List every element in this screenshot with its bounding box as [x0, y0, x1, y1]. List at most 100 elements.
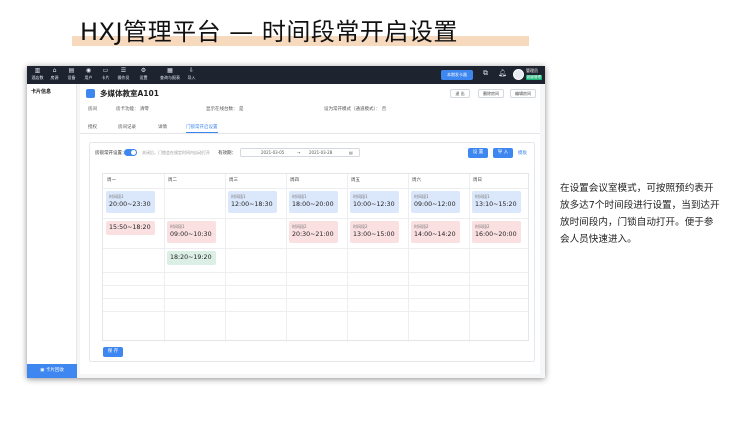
- time-slot-time: 10:00~12:30: [353, 201, 395, 208]
- time-slot[interactable]: 时间段1 20:00~23:30: [106, 191, 155, 213]
- date-label: 有效期：: [218, 151, 236, 156]
- nav-item-8[interactable]: ⇩ 导入: [183, 67, 200, 81]
- time-slot[interactable]: 时间段1 09:00~12:00: [411, 191, 460, 213]
- time-slot-time: 20:30~21:00: [292, 231, 334, 238]
- date-arrow: →: [297, 150, 301, 155]
- nav-item-label: 酒店数: [31, 75, 44, 80]
- room-passage-mode: 设为常开模式（通道模式）： 否: [324, 107, 387, 112]
- time-slot[interactable]: 时间段1 10:00~12:30: [350, 191, 399, 213]
- chart-icon: ▥: [34, 67, 41, 74]
- settings-button[interactable]: 设 置: [468, 148, 488, 158]
- time-slot[interactable]: 时间段1 18:00~20:00: [289, 191, 338, 213]
- nav-item-label: 设置: [139, 75, 148, 80]
- report-icon: ▦: [167, 67, 173, 74]
- day-header: 周一: [107, 178, 116, 183]
- grid-divider: [103, 188, 530, 189]
- exit-button[interactable]: 退 出: [450, 89, 470, 98]
- time-slot-time: 09:00~12:00: [414, 201, 456, 208]
- nav-item-3[interactable]: ◉ 用户: [80, 67, 97, 81]
- edit-room-button[interactable]: 编辑房间: [510, 89, 536, 98]
- nav-item-label: 房源: [50, 75, 59, 80]
- time-slot[interactable]: 15:50~18:20: [106, 221, 155, 235]
- day-header: 周日: [473, 178, 482, 183]
- grid-divider: [103, 218, 530, 219]
- operator-icon: ☰: [120, 67, 127, 74]
- card-recycle-label: 卡片回收: [45, 368, 64, 373]
- tab-details[interactable]: 详情: [158, 124, 167, 130]
- time-slot-time: 09:00~10:30: [170, 231, 212, 238]
- save-button[interactable]: 保 存: [103, 347, 123, 357]
- card-issuer-button[interactable]: 本期发卡器: [441, 70, 473, 80]
- grid-divider: [469, 174, 470, 342]
- sidebar: 卡片信息 ▣ 卡片回收: [27, 84, 77, 378]
- user-role-badge: 超级管理: [526, 75, 542, 80]
- schedule-panel: 房锁常开设置： 关闭后，门锁会在规定时间内自动打开 有效期： 2021-03-0…: [89, 142, 535, 362]
- time-slot[interactable]: 18:20~19:20: [167, 251, 216, 265]
- delete-room-button[interactable]: 删除房间: [478, 89, 504, 98]
- nav-item-1[interactable]: ⌂ 房源: [46, 67, 63, 81]
- time-slot[interactable]: 时间段1 13:10~15:20: [472, 191, 521, 213]
- tab-lock-open-settings[interactable]: 门锁常开启设置: [186, 124, 218, 133]
- nav-item-label: 用户: [84, 75, 93, 80]
- bell-icon[interactable]: 🔔︎: [498, 69, 507, 77]
- time-slot-time: 16:00~20:00: [475, 231, 517, 238]
- weekly-schedule-grid: 周一 周二 周三 周四 周五 周六 周日 时间段1 20:00~23:30 时间段1 12:00~1…: [102, 173, 530, 342]
- grid-divider: [103, 298, 530, 299]
- time-slot-time: 18:00~20:00: [292, 201, 334, 208]
- card-icon: ▭: [102, 67, 109, 74]
- template-link[interactable]: 模板: [518, 150, 527, 156]
- nav-item-label: 操作员: [117, 75, 130, 80]
- nav-item-4[interactable]: ▭ 卡片: [97, 67, 114, 81]
- room-online-count: 显示在线台数： 是: [206, 107, 244, 112]
- user-name: 管理员: [526, 68, 538, 73]
- date-range-picker[interactable]: 2021-03-05 → 2021-03-28 ▤: [240, 148, 360, 157]
- nav-item-0[interactable]: ▥ 酒店数: [29, 67, 46, 81]
- time-slot[interactable]: 时间段2 20:30~21:00: [289, 221, 338, 243]
- nav-item-label: 卡片: [101, 75, 110, 80]
- import-icon: ⇩: [188, 67, 195, 74]
- day-header: 周五: [351, 178, 360, 183]
- grid-divider: [408, 174, 409, 342]
- nav-item-label: 查询与报表: [160, 75, 180, 80]
- grid-divider: [103, 248, 530, 249]
- avatar[interactable]: [513, 69, 524, 80]
- card-recycle-button[interactable]: ▣ 卡片回收: [27, 364, 77, 378]
- time-slot-time: 13:10~15:20: [475, 201, 517, 208]
- sidebar-title: 卡片信息: [31, 89, 52, 95]
- tab-room-records[interactable]: 房间记录: [118, 124, 136, 130]
- nav-item-6[interactable]: ⚙ 设置: [135, 67, 152, 81]
- grid-divider: [225, 174, 226, 342]
- toggle-label: 房锁常开设置：: [95, 151, 127, 156]
- nav-item-5[interactable]: ☰ 操作员: [115, 67, 132, 81]
- top-navigation-bar: ▥ 酒店数 ⌂ 房源 ▤ 设备 ◉ 用户 ▭ 卡片 ☰ 操作员 ⚙ 设置 ▦ 查询与报表 ⇩ 导入 本期发卡器 ⧉…: [27, 66, 545, 84]
- room-card-function: 房卡功能： 清零: [116, 107, 149, 112]
- time-slot[interactable]: 时间段1 09:00~10:30: [167, 221, 216, 243]
- date-from: 2021-03-05: [261, 150, 285, 155]
- grid-divider: [347, 174, 348, 342]
- day-header: 周六: [412, 178, 421, 183]
- slide-description: 在设置会议室模式，可按照预约表开放多达7个时间段进行设置，当到达开放时间段内，门…: [560, 183, 720, 245]
- main-content: 多媒体教室A101 退 出 删除房间 编辑房间 房间 房卡功能： 清零 显示在线…: [80, 84, 540, 374]
- tab-authorization[interactable]: 授权: [88, 124, 97, 130]
- screen-icon[interactable]: ⧉: [483, 69, 488, 78]
- home-icon: ⌂: [52, 67, 57, 74]
- import-button[interactable]: 导 入: [493, 148, 513, 158]
- time-slot[interactable]: 时间段1 12:00~18:30: [228, 191, 277, 213]
- room-icon: [86, 89, 95, 98]
- grid-divider: [286, 174, 287, 342]
- room-title: 多媒体教室A101: [100, 89, 159, 98]
- nav-item-7[interactable]: ▦ 查询与报表: [159, 67, 181, 81]
- time-slot[interactable]: 时间段2 13:00~15:00: [350, 221, 399, 243]
- nav-item-label: 导入: [187, 75, 196, 80]
- lock-open-toggle[interactable]: [124, 149, 137, 156]
- grid-divider: [103, 311, 530, 312]
- grid-divider: [164, 174, 165, 342]
- app-window: ▥ 酒店数 ⌂ 房源 ▤ 设备 ◉ 用户 ▭ 卡片 ☰ 操作员 ⚙ 设置 ▦ 查询与报表 ⇩ 导入 本期发卡器 ⧉…: [27, 66, 545, 378]
- nav-item-2[interactable]: ▤ 设备: [63, 67, 80, 81]
- day-header: 周四: [290, 178, 299, 183]
- time-slot[interactable]: 时间段2 14:00~14:20: [411, 221, 460, 243]
- time-slot[interactable]: 时间段2 16:00~20:00: [472, 221, 521, 243]
- grid-divider: [103, 272, 530, 273]
- room-info-label: 房间: [88, 107, 97, 112]
- time-slot-time: 18:20~19:20: [170, 254, 212, 261]
